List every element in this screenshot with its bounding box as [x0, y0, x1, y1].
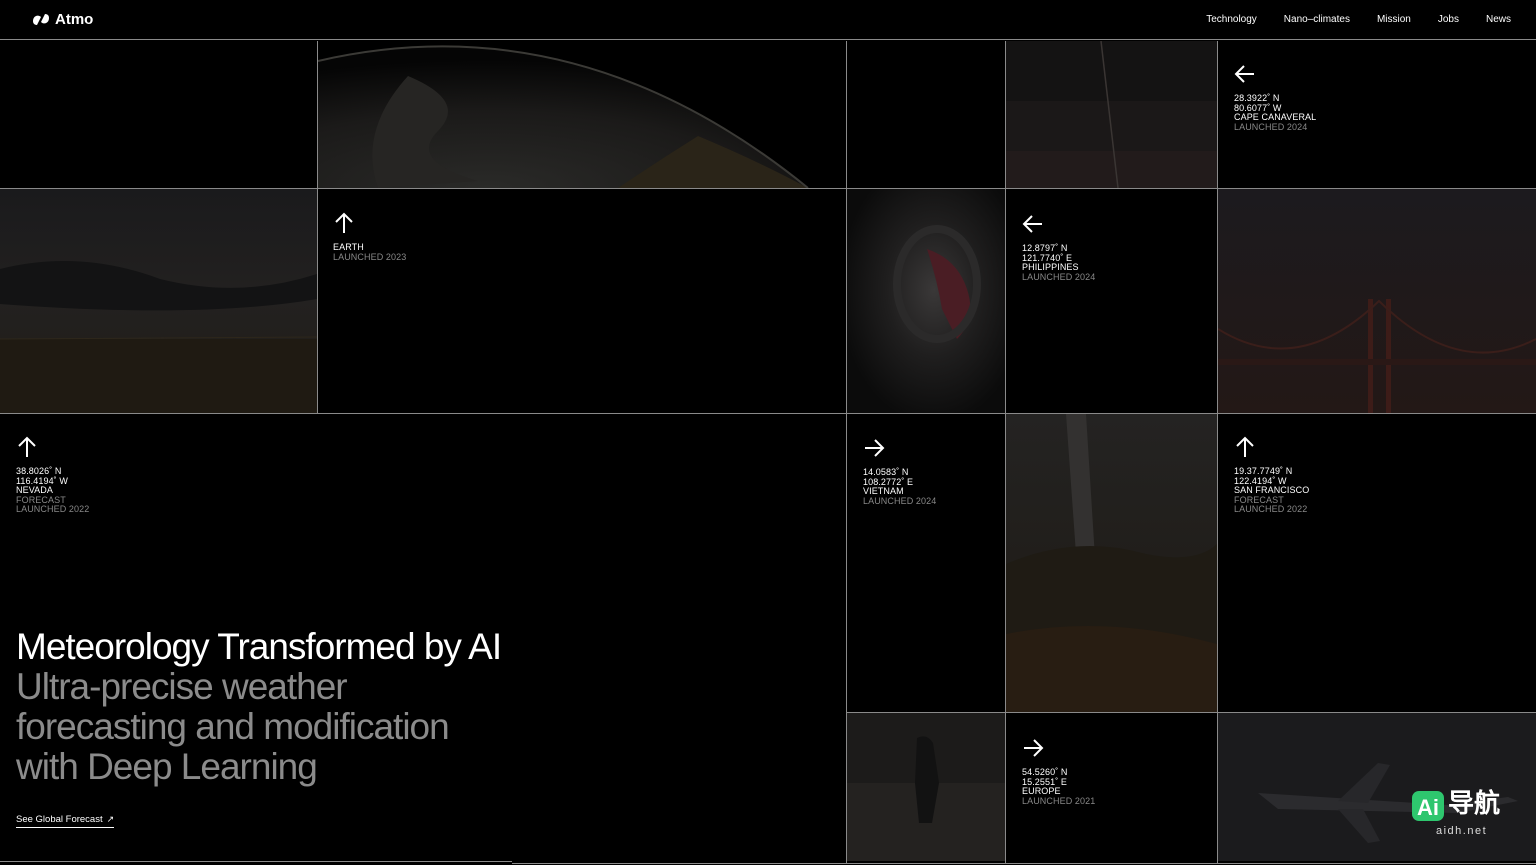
launch-status: LAUNCHED 2022: [16, 504, 90, 514]
hero-subtitle-line: Ultra-precise weather: [16, 666, 348, 707]
grid-line: [317, 41, 318, 413]
nav-news[interactable]: News: [1486, 14, 1511, 25]
see-global-forecast-link[interactable]: See Global Forecast ↗: [16, 814, 115, 828]
svg-text:Ai: Ai: [1417, 795, 1439, 820]
grid-line: [846, 712, 1536, 713]
nav-mission[interactable]: Mission: [1377, 14, 1411, 25]
grid-line: [0, 861, 512, 862]
typhoon-satellite-image: [847, 189, 1005, 413]
hero: Meteorology Transformed by AI Ultra-prec…: [16, 627, 536, 787]
arrow-up-icon: [16, 436, 38, 458]
hero-title: Meteorology Transformed by AI: [16, 626, 502, 667]
tile-vietnam[interactable]: 14.0583˚ N 108.2772˚ E VIETNAM LAUNCHED …: [863, 437, 936, 506]
field-figure-image: [847, 713, 1005, 861]
external-arrow-icon: ↗: [106, 814, 115, 824]
watermark-domain: aidh.net: [1436, 825, 1488, 837]
arrow-right-icon: [1022, 737, 1044, 759]
nav-jobs[interactable]: Jobs: [1438, 14, 1459, 25]
aidh-watermark: Ai 导航 aidh.net: [1412, 789, 1508, 840]
page: Atmo Technology Nano–climates Mission Jo…: [0, 0, 1536, 865]
launch-status: LAUNCHED 2023: [333, 251, 407, 262]
nav-nano-climates[interactable]: Nano–climates: [1284, 14, 1350, 25]
atmo-logo-icon: [31, 12, 51, 27]
top-bar: Atmo Technology Nano–climates Mission Jo…: [0, 0, 1536, 40]
tile-europe[interactable]: 54.5260˚ N 15.2551˚ E EUROPE LAUNCHED 20…: [1022, 737, 1095, 806]
brand-name: Atmo: [55, 11, 94, 28]
arrow-left-icon: [1022, 213, 1044, 235]
grid-line: [846, 41, 847, 863]
launch-status: LAUNCHED 2022: [1234, 504, 1308, 514]
arrow-left-icon: [1234, 63, 1256, 85]
grid-line: [512, 863, 1536, 864]
arrow-up-icon: [1234, 436, 1256, 458]
grid-line: [0, 413, 1536, 414]
tile-san-francisco[interactable]: 19.37.7749˚ N 122.4194˚ W SAN FRANCISCO …: [1234, 436, 1309, 515]
earth-orbit-image: [318, 41, 846, 188]
golden-gate-bridge-image: [1218, 189, 1536, 413]
waterfall-cliff-image: [1006, 414, 1217, 712]
main-nav: Technology Nano–climates Mission Jobs Ne…: [1179, 14, 1511, 25]
desert-landscape-image: [0, 189, 317, 413]
brand-logo[interactable]: Atmo: [31, 11, 93, 28]
launch-status: LAUNCHED 2024: [1234, 121, 1308, 132]
arrow-up-icon: [333, 212, 355, 234]
tile-nevada[interactable]: 38.8026˚ N 116.4194˚ W NEVADA FORECAST L…: [16, 436, 89, 515]
watermark-text: 导航: [1448, 789, 1501, 819]
tile-cape-canaveral[interactable]: 28.3922˚ N 80.6077˚ W CAPE CANAVERAL LAU…: [1234, 63, 1316, 132]
hero-subtitle-line: forecasting and modification: [16, 706, 450, 747]
grid-line: [1005, 41, 1006, 863]
launch-status: LAUNCHED 2024: [1022, 271, 1096, 282]
hero-subtitle-line: with Deep Learning: [16, 746, 318, 787]
grid-line: [0, 188, 1536, 189]
rocket-launch-image: [1006, 41, 1217, 188]
cta-label: See Global Forecast: [16, 814, 103, 825]
nav-technology[interactable]: Technology: [1206, 14, 1257, 25]
launch-status: LAUNCHED 2021: [1022, 795, 1096, 806]
arrow-right-icon: [863, 437, 885, 459]
tile-philippines[interactable]: 12.8797˚ N 121.7740˚ E PHILIPPINES LAUNC…: [1022, 213, 1095, 282]
grid-line: [1217, 41, 1218, 863]
tile-earth[interactable]: EARTH LAUNCHED 2023: [333, 212, 406, 262]
launch-status: LAUNCHED 2024: [863, 495, 937, 506]
